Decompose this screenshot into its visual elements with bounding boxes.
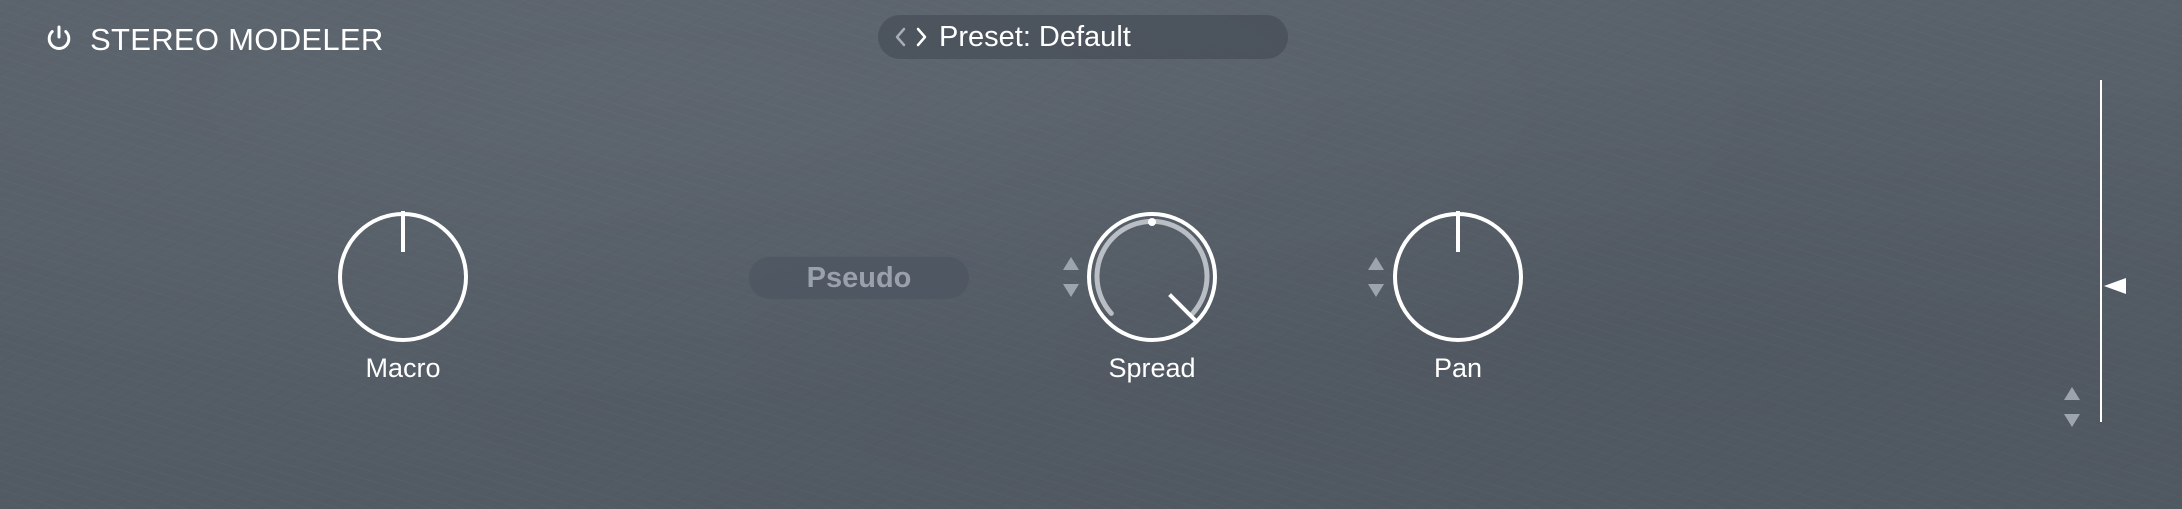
power-icon bbox=[47, 25, 71, 50]
preset-selector[interactable]: Preset: Default bbox=[878, 15, 1288, 59]
pan-knob[interactable] bbox=[1391, 210, 1525, 344]
macro-label: Macro bbox=[365, 353, 441, 383]
preset-label: Preset: Default bbox=[939, 21, 1131, 53]
triangle-down-icon[interactable] bbox=[1366, 280, 1386, 300]
triangle-down-icon[interactable] bbox=[2062, 410, 2082, 430]
power-button[interactable] bbox=[44, 23, 74, 53]
meter-stepper[interactable] bbox=[2062, 384, 2082, 432]
triangle-down-icon[interactable] bbox=[1061, 280, 1081, 300]
triangle-up-icon[interactable] bbox=[1061, 254, 1081, 274]
plugin-title: STEREO MODELER bbox=[90, 22, 384, 57]
macro-knob-dial bbox=[338, 211, 468, 342]
chevron-right-icon[interactable] bbox=[912, 25, 930, 49]
plugin-panel: STEREO MODELER Preset: Default Macro Pse… bbox=[0, 0, 2182, 509]
triangle-up-icon[interactable] bbox=[2062, 384, 2082, 404]
spread-label: Spread bbox=[1108, 353, 1196, 383]
triangle-up-icon[interactable] bbox=[1366, 254, 1386, 274]
spread-stepper[interactable] bbox=[1061, 254, 1081, 302]
mode-button[interactable]: Pseudo bbox=[748, 256, 970, 300]
spread-knob[interactable] bbox=[1085, 210, 1219, 344]
spread-knob-dial bbox=[1087, 212, 1217, 342]
pan-knob-dial bbox=[1393, 211, 1523, 342]
macro-knob[interactable] bbox=[336, 210, 470, 344]
level-meter bbox=[2100, 80, 2102, 422]
chevron-left-icon[interactable] bbox=[892, 25, 910, 49]
pan-stepper[interactable] bbox=[1366, 254, 1386, 302]
pan-label: Pan bbox=[1433, 353, 1483, 383]
level-pointer[interactable] bbox=[2102, 276, 2128, 296]
